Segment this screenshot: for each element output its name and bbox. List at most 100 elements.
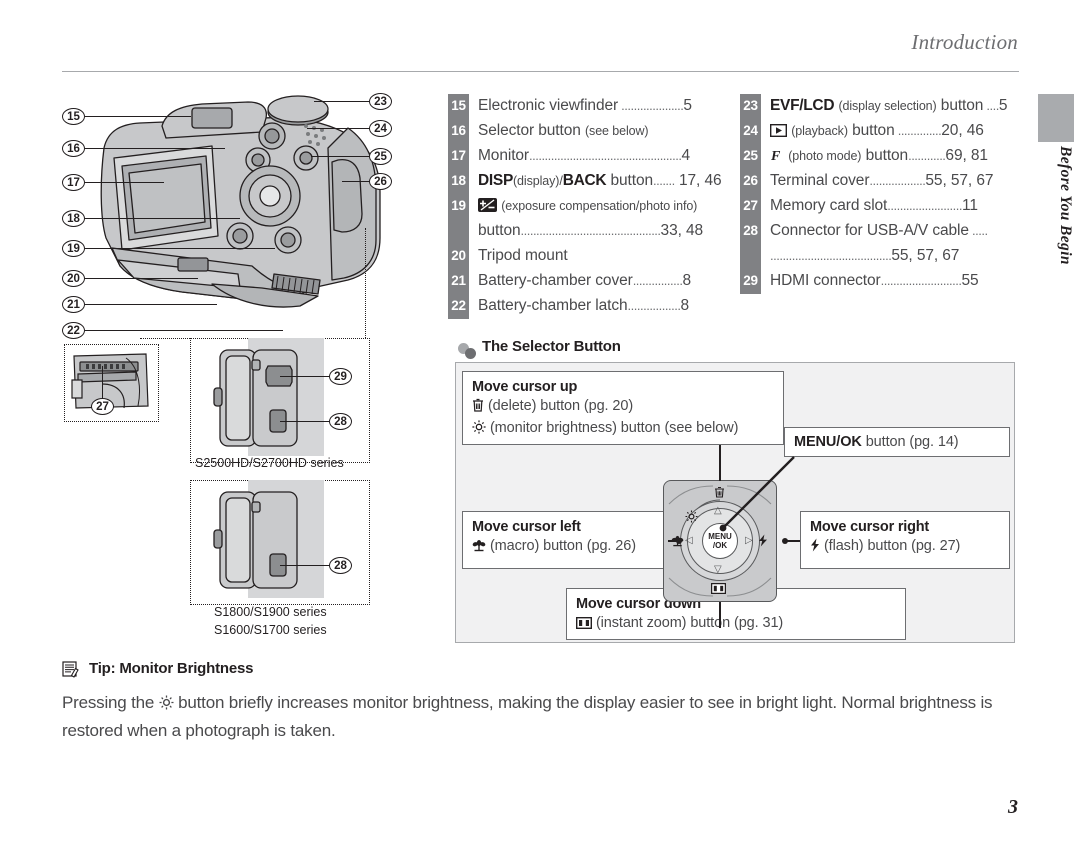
callout-25: 25 (369, 148, 392, 165)
selector-panel-heading: The Selector Button (482, 338, 621, 355)
parts-text: Selector button (478, 122, 581, 139)
header-rule (62, 71, 1019, 72)
leader-24 (307, 128, 370, 130)
leader-dots: .... (983, 98, 999, 113)
connector-up (719, 445, 721, 481)
parts-text: button (478, 222, 521, 239)
move-cursor-up-text-1: (delete) button (pg. 20) (487, 398, 634, 414)
tip-body: Pressing the button briefly increases mo… (62, 690, 1019, 744)
parts-label: (exposure compensation/photo info) (469, 194, 697, 220)
parts-number: 21 (451, 273, 466, 288)
tip-heading: Tip: Monitor Brightness (62, 660, 1019, 682)
parts-label: F (photo mode) button............69, 81 (761, 144, 988, 170)
parts-label: Battery-chamber latch.................8 (469, 294, 689, 318)
macro-flower-icon (472, 538, 486, 558)
parts-text-bold-2: BACK (562, 172, 607, 189)
parts-text: button (936, 97, 984, 114)
running-head: Introduction (911, 30, 1018, 54)
camera-illustration: 15 16 17 18 19 20 21 22 23 24 25 26 27 2… (62, 88, 432, 653)
parts-text-bold: EVF/LCD (770, 97, 835, 114)
pad-flash-glyph-icon (758, 534, 768, 549)
parts-page: 5 (998, 97, 1008, 114)
callout-22: 22 (62, 322, 85, 339)
tip-note-icon (62, 661, 80, 678)
pad-arrow-right-icon: ▷ (745, 535, 753, 546)
parts-note: (display)/ (512, 174, 563, 188)
parts-number: 15 (451, 98, 466, 113)
parts-row: 22 Battery-chamber latch................… (448, 294, 722, 319)
callout-27: 27 (91, 398, 114, 415)
thumb-tab-label: Before You Begin (1057, 146, 1074, 265)
parts-page: 55 (961, 272, 979, 289)
leader-dots: ........................................… (520, 223, 662, 238)
leader-dots: ....................................... (770, 248, 892, 263)
parts-row: 15 Electronic viewfinder ...............… (448, 94, 722, 119)
parts-note: (display selection) (838, 99, 937, 113)
move-cursor-up-title: Move cursor up (472, 379, 578, 395)
parts-page: 4 (681, 147, 691, 164)
menu-ok-button[interactable]: MENU /OK (702, 523, 738, 559)
leader-21 (85, 304, 217, 306)
terminal-cover-drawing-top (213, 338, 324, 456)
parts-text: Memory card slot (770, 197, 888, 214)
callout-18: 18 (62, 210, 85, 227)
parts-number: 16 (451, 123, 466, 138)
parts-note: (see below) (584, 124, 649, 138)
playback-icon (769, 121, 788, 145)
callout-28-bottom: 28 (329, 557, 352, 574)
parts-page: 17, 46 (679, 172, 722, 189)
move-cursor-left-title: Move cursor left (472, 519, 581, 535)
menu-ok-button-line-2: /OK (712, 541, 728, 550)
move-cursor-left-line: (macro) button (pg. 26) (472, 536, 658, 558)
parts-label: Battery-chamber cover................8 (469, 269, 691, 293)
parts-list: 15 Electronic viewfinder ...............… (448, 94, 1024, 319)
callout-17: 17 (62, 174, 85, 191)
parts-row: 20 Tripod mount (448, 244, 722, 269)
callout-24: 24 (369, 120, 392, 137)
connector-down (719, 602, 721, 628)
parts-page: 11 (961, 197, 978, 214)
parts-rows-left: 15 Electronic viewfinder ...............… (448, 94, 722, 319)
parts-text: Terminal cover (770, 172, 870, 189)
parts-text: Connector for USB-A/V cable (770, 222, 969, 239)
parts-label: EVF/LCD (display selection) button ....5 (761, 94, 1007, 118)
parts-text: Battery-chamber latch (478, 297, 628, 314)
callout-15: 15 (62, 108, 85, 125)
parts-label: Electronic viewfinder ..................… (469, 94, 692, 118)
menu-ok-label: MENU/OK (794, 434, 862, 450)
parts-number: 26 (743, 173, 758, 188)
parts-label: (playback) button ..............20, 46 (761, 119, 984, 145)
parts-label: .......................................5… (761, 244, 959, 268)
parts-number: 17 (451, 148, 466, 163)
parts-label: HDMI connector..........................… (761, 269, 979, 293)
parts-rows-right: 23 EVF/LCD (display selection) button ..… (740, 94, 1007, 294)
leader-25 (311, 156, 370, 158)
chapter-thumb-tab: Before You Begin (1038, 94, 1074, 339)
parts-page: 69, 81 (945, 147, 988, 164)
parts-number: 18 (451, 173, 466, 188)
pad-brightness-glyph-icon (685, 510, 698, 525)
parts-row: 19 (exposure compensation/photo info) (448, 194, 722, 219)
parts-text: Electronic viewfinder (478, 97, 619, 114)
move-cursor-right-line: (flash) button (pg. 27) (810, 536, 1000, 558)
leader-16 (85, 148, 225, 150)
leader-dots: ..... (968, 223, 988, 238)
parts-label: Tripod mount (469, 244, 568, 268)
leader-18 (85, 218, 240, 220)
menu-ok-button-line-1: MENU (708, 532, 732, 541)
parts-page: 55, 57, 67 (891, 247, 960, 264)
move-cursor-up-box: Move cursor up (delete) button (pg. 20) … (462, 371, 784, 445)
leader-28-top (280, 421, 330, 423)
parts-text: Battery-chamber cover (478, 272, 633, 289)
move-cursor-right-box: Move cursor right (flash) button (pg. 27… (800, 511, 1010, 569)
parts-number: 28 (743, 223, 758, 238)
monitor-brightness-sun-icon (159, 692, 174, 718)
parts-label: DISP(display)/BACK button....... 17, 46 (469, 169, 722, 193)
parts-number: 20 (451, 248, 466, 263)
callout-21: 21 (62, 296, 85, 313)
parts-row: .......................................5… (740, 244, 1007, 269)
leader-dots: ............ (908, 148, 946, 163)
callout-20: 20 (62, 270, 85, 287)
parts-row: 24 (playback) button ..............20, 4… (740, 119, 1007, 144)
parts-row: 26 Terminal cover..................55, 5… (740, 169, 1007, 194)
